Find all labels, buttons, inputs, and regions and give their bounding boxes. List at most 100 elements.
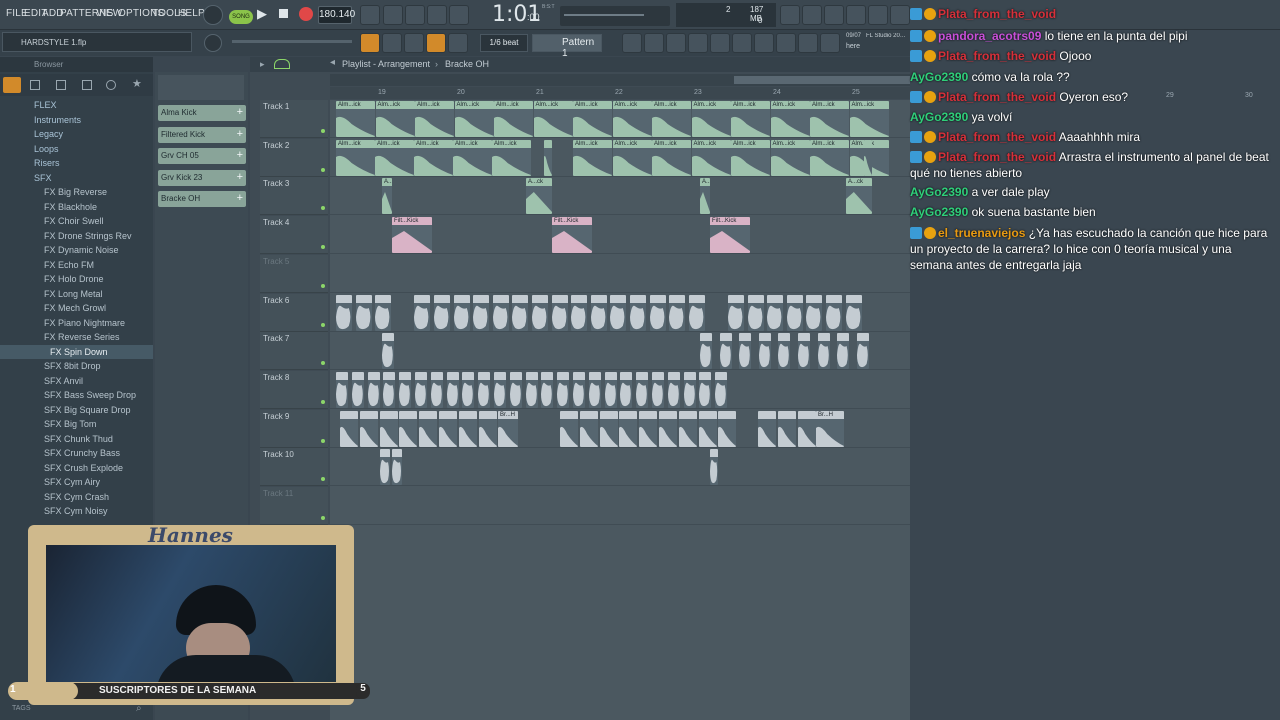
track-header[interactable]: Track 10 [260, 448, 328, 487]
audio-clip[interactable]: Alm...ick [612, 139, 652, 176]
browser-item[interactable]: SFX Big Square Drop [0, 403, 153, 417]
browser-item[interactable]: SFX Cym Airy [0, 475, 153, 489]
magnet-icon[interactable] [426, 33, 446, 53]
audio-clip[interactable] [434, 294, 450, 331]
audio-clip[interactable] [806, 294, 823, 331]
audio-clip[interactable]: A...ck [846, 178, 872, 215]
microphone-icon[interactable] [824, 5, 844, 25]
audio-clip[interactable] [700, 333, 712, 370]
track-active-led[interactable] [321, 516, 325, 520]
audio-clip[interactable]: Alm...ick [573, 139, 612, 176]
audio-clip[interactable] [719, 333, 732, 370]
audio-clip[interactable]: Alm...ick [573, 101, 612, 137]
audio-clip[interactable]: A...ck [382, 178, 392, 215]
audio-clip[interactable] [588, 371, 601, 408]
track-header[interactable]: Track 11 [260, 487, 328, 525]
chat-username[interactable]: AyGo2390 [910, 205, 968, 219]
audio-clip[interactable] [336, 294, 352, 331]
track-active-led[interactable] [321, 206, 325, 211]
audio-clip[interactable] [739, 333, 752, 370]
save-icon[interactable] [868, 5, 888, 25]
audio-clip[interactable] [532, 294, 548, 331]
audio-clip[interactable] [415, 371, 427, 408]
audio-clip[interactable]: Alm...ick [415, 101, 454, 137]
audio-clip[interactable] [864, 139, 872, 176]
plugin-icon[interactable] [710, 33, 730, 53]
browser-item[interactable]: FX Drone Strings Rev [0, 229, 153, 243]
audio-clip[interactable] [525, 371, 538, 408]
audio-clip[interactable] [649, 294, 666, 331]
loop-record-icon[interactable] [449, 5, 469, 25]
audio-clip[interactable] [379, 410, 398, 447]
audio-clip[interactable] [710, 449, 718, 486]
audio-clip[interactable] [678, 410, 697, 447]
audio-clip[interactable] [382, 333, 394, 370]
plug-icon[interactable] [754, 33, 774, 53]
audio-clip[interactable] [837, 333, 850, 370]
audio-clip[interactable] [718, 410, 737, 447]
tools-icon[interactable] [798, 33, 818, 53]
magnet-icon[interactable] [274, 59, 290, 69]
browser-item[interactable]: FX Piano Nightmare [0, 316, 153, 330]
browser-plugin-tab[interactable] [82, 80, 92, 90]
track-active-led[interactable] [321, 438, 325, 443]
channel-rack-icon[interactable] [666, 33, 686, 53]
audio-clip[interactable]: Alm...ick [652, 101, 691, 137]
audio-clip[interactable] [798, 333, 810, 370]
audio-clip[interactable]: Br...H [816, 410, 844, 447]
audio-clip[interactable] [458, 410, 477, 447]
audio-clip[interactable] [571, 294, 588, 331]
audio-clip[interactable] [573, 371, 585, 408]
browser-files-tab[interactable] [30, 80, 40, 90]
tempo-display[interactable]: 180.140 [318, 6, 355, 24]
audio-clip[interactable] [473, 294, 490, 331]
chat-username[interactable]: el_truenaviejos [938, 226, 1025, 240]
audio-clip[interactable]: Alm...ick [336, 139, 375, 176]
audio-clip[interactable]: A...ck [526, 178, 552, 215]
browser-item[interactable]: Loops [0, 142, 153, 156]
audio-clip[interactable] [560, 410, 578, 447]
audio-clip[interactable]: Alm...ick [691, 101, 731, 137]
browser-item[interactable]: FX Choir Swell [0, 214, 153, 228]
channel-button[interactable]: Bracke OH + [158, 191, 246, 207]
chat-username[interactable]: Plata_from_the_void [938, 7, 1056, 21]
audio-clip[interactable]: Alm...ick [691, 139, 731, 176]
audio-clip[interactable] [667, 371, 680, 408]
audio-clip[interactable]: Alm...ick [652, 139, 691, 176]
audio-clip[interactable] [351, 371, 364, 408]
step-edit-icon[interactable] [427, 5, 447, 25]
plus-icon[interactable]: + [237, 128, 243, 140]
chat-username[interactable]: Plata_from_the_void [938, 130, 1056, 144]
mixer-icon[interactable] [688, 33, 708, 53]
audio-clip[interactable]: A...ck [700, 178, 710, 215]
audio-clip[interactable]: Filt...Kick [552, 217, 592, 254]
track-lane[interactable] [330, 332, 910, 371]
browser-item[interactable]: SFX Crunchy Bass [0, 446, 153, 460]
channel-button[interactable]: Grv Kick 23 + [158, 169, 246, 186]
browser-item[interactable]: FX Long Metal [0, 287, 153, 301]
audio-clip[interactable]: Br...H [498, 410, 518, 447]
track-active-led[interactable] [321, 361, 325, 366]
browser-item[interactable]: FLEX [0, 98, 153, 112]
audio-clip[interactable] [758, 333, 771, 370]
track-header[interactable]: Track 2 [260, 138, 328, 177]
speaker-icon[interactable]: ◂ [330, 57, 335, 68]
browser-item[interactable]: SFX Cym Noisy [0, 504, 153, 518]
chat-username[interactable]: Plata_from_the_void [938, 49, 1056, 63]
browser-item[interactable]: SFX Anvil [0, 374, 153, 388]
audio-clip[interactable] [817, 333, 830, 370]
audio-clip[interactable] [383, 371, 396, 408]
arrow-right-icon[interactable]: ▸ [260, 59, 265, 70]
audio-clip[interactable]: Alm...ick [375, 101, 415, 137]
track-lane[interactable]: A...ck A...ck A...ck A...ck [330, 177, 910, 216]
browser-item[interactable]: FX Reverse Series [0, 330, 153, 344]
audio-clip[interactable] [652, 371, 664, 408]
audio-clip[interactable] [399, 371, 412, 408]
track-lane[interactable]: Filt...Kick Filt...Kick Filt...Kick [330, 216, 910, 255]
timeline-ruler[interactable]: 19 20 21 22 23 24 25 [330, 87, 910, 99]
track-header[interactable]: Track 9 [260, 409, 328, 448]
channel-button[interactable]: Alma Kick + [158, 105, 246, 121]
track-lane[interactable]: Alm...ick Alm...ick Alm...ick Alm...ick Alm.… [330, 139, 910, 177]
track-active-led[interactable] [321, 129, 325, 133]
audio-clip[interactable]: Alm...ick [492, 139, 531, 176]
